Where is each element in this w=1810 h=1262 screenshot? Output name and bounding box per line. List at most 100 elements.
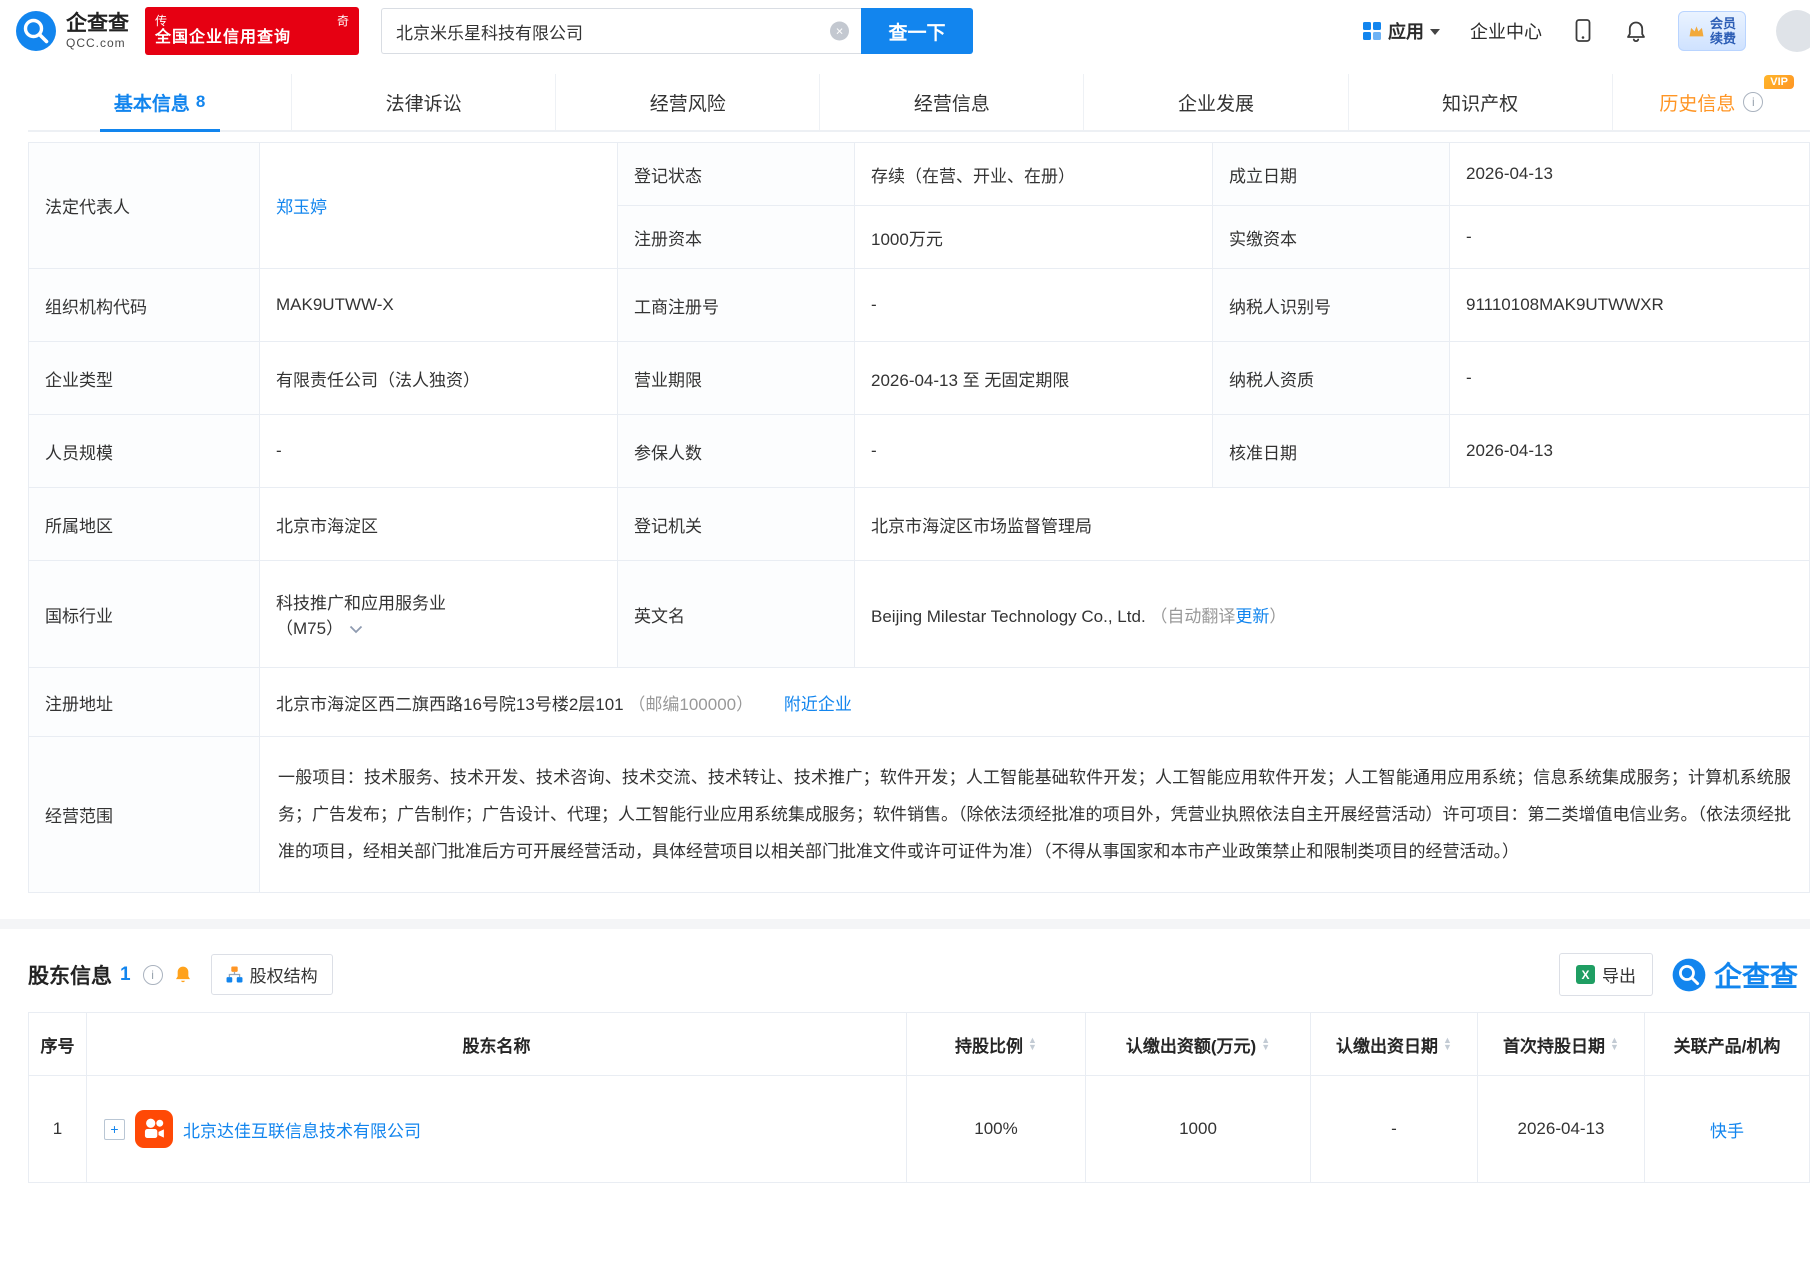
shareholders-info-icon[interactable]: i bbox=[143, 965, 163, 985]
vip-renewal-badge[interactable]: 会员 续费 bbox=[1678, 11, 1746, 51]
reg-authority-value-cell: 北京市海淀区市场监督管理局 bbox=[855, 488, 1810, 561]
industry-line2-wrap: （M75） bbox=[276, 614, 601, 639]
expand-row-button[interactable]: + bbox=[104, 1119, 125, 1140]
biz-reg-no-label: 工商注册号 bbox=[634, 298, 719, 317]
industry-line1: 科技推广和应用服务业 bbox=[276, 589, 601, 614]
tab-legal-proceedings[interactable]: 法律诉讼 bbox=[291, 74, 555, 130]
org-code-value: MAK9UTWW-X bbox=[276, 295, 394, 314]
paid-capital-value-cell: - bbox=[1450, 206, 1810, 269]
mobile-app-icon[interactable] bbox=[1572, 18, 1594, 44]
related-product-link[interactable]: 快手 bbox=[1710, 1122, 1744, 1141]
org-chart-icon bbox=[226, 966, 243, 983]
shareholder-ratio: 100% bbox=[974, 1119, 1017, 1138]
tab-basic-label: 基本信息 bbox=[114, 89, 190, 116]
legal-rep-value-cell: 郑玉婷 bbox=[260, 143, 618, 269]
tab-intellectual-property[interactable]: 知识产权 bbox=[1348, 74, 1612, 130]
shareholder-company-link[interactable]: 北京达佳互联信息技术有限公司 bbox=[183, 1117, 421, 1142]
sort-icon-ratio[interactable]: ▲▼ bbox=[1028, 1037, 1037, 1051]
taxpayer-quality-value: - bbox=[1466, 368, 1472, 387]
qcc-logo[interactable]: 企查查 QCC.com bbox=[14, 9, 129, 53]
tab-enterprise-development[interactable]: 企业发展 bbox=[1083, 74, 1347, 130]
industry-label-cell: 国标行业 bbox=[29, 561, 260, 668]
search-input[interactable] bbox=[381, 8, 861, 54]
reg-capital-value-cell: 1000万元 bbox=[855, 206, 1213, 269]
sort-icon-first-hold-date[interactable]: ▲▼ bbox=[1610, 1037, 1619, 1051]
tab-operating-info[interactable]: 经营信息 bbox=[819, 74, 1083, 130]
region-value-cell: 北京市海淀区 bbox=[260, 488, 618, 561]
sort-icon-subscribe-date[interactable]: ▲▼ bbox=[1443, 1037, 1452, 1051]
promo-banner-top: 传 奇 bbox=[155, 14, 349, 28]
shareholder-name-cell: + 北京达佳互联信息技术有限公司 bbox=[87, 1076, 907, 1183]
english-name-update-link[interactable]: 更新 bbox=[1235, 607, 1269, 626]
tab-operation-label: 经营信息 bbox=[914, 89, 990, 116]
tab-basic-info[interactable]: 基本信息 8 bbox=[28, 74, 291, 130]
approval-date-label-cell: 核准日期 bbox=[1213, 415, 1450, 488]
english-name-label-cell: 英文名 bbox=[618, 561, 855, 668]
shareholders-subscribe-bell[interactable] bbox=[173, 964, 193, 985]
legal-rep-link[interactable]: 郑玉婷 bbox=[276, 198, 327, 217]
col-index: 序号 bbox=[29, 1013, 87, 1076]
reg-authority-value: 北京市海淀区市场监督管理局 bbox=[871, 517, 1092, 536]
export-button[interactable]: X 导出 bbox=[1559, 953, 1653, 996]
region-label-cell: 所属地区 bbox=[29, 488, 260, 561]
biz-reg-no-value-cell: - bbox=[855, 269, 1213, 342]
paid-capital-value: - bbox=[1466, 227, 1472, 246]
address-value: 北京市海淀区西二旗西路16号院13号楼2层101 bbox=[276, 695, 624, 714]
nav-enterprise-center[interactable]: 企业中心 bbox=[1470, 18, 1542, 44]
scope-label-cell: 经营范围 bbox=[29, 737, 260, 893]
english-name-value-cell: Beijing Milestar Technology Co., Ltd. （自… bbox=[855, 561, 1810, 668]
biz-reg-no-value: - bbox=[871, 295, 877, 314]
tab-legal-label: 法律诉讼 bbox=[386, 89, 462, 116]
reg-status-label-cell: 登记状态 bbox=[618, 143, 855, 206]
vip-tag: VIP bbox=[1764, 75, 1794, 89]
col-subscribe-date-label: 认缴出资日期 bbox=[1336, 1032, 1438, 1057]
staff-size-value: - bbox=[276, 441, 282, 460]
insured-count-label: 参保人数 bbox=[634, 444, 702, 463]
approval-date-value-cell: 2026-04-13 bbox=[1450, 415, 1810, 488]
shareholders-header-row: 序号 股东名称 持股比例▲▼ 认缴出资额(万元)▲▼ 认缴出资日期▲▼ 首次持股… bbox=[29, 1013, 1810, 1076]
staff-size-label: 人员规模 bbox=[45, 444, 113, 463]
excel-icon: X bbox=[1576, 965, 1595, 984]
company-type-label-cell: 企业类型 bbox=[29, 342, 260, 415]
clear-search-icon[interactable]: × bbox=[830, 22, 849, 41]
col-related-products: 关联产品/机构 bbox=[1645, 1013, 1810, 1076]
nav-apps[interactable]: 应用 bbox=[1362, 18, 1440, 44]
region-value: 北京市海淀区 bbox=[276, 517, 378, 536]
vip-renewal-text: 会员 续费 bbox=[1710, 16, 1736, 46]
industry-value-cell: 科技推广和应用服务业 （M75） bbox=[260, 561, 618, 668]
section-divider bbox=[0, 919, 1810, 929]
equity-structure-button[interactable]: 股权结构 bbox=[211, 954, 333, 995]
reg-authority-label: 登记机关 bbox=[634, 517, 702, 536]
taxpayer-quality-value-cell: - bbox=[1450, 342, 1810, 415]
chevron-down-icon[interactable] bbox=[349, 625, 363, 634]
taxpayer-quality-label-cell: 纳税人资质 bbox=[1213, 342, 1450, 415]
shareholder-row: 1 + 北京达佳互联信息技术有限公司 100% 1000 - 2026-04-1… bbox=[29, 1076, 1810, 1183]
tab-history-info[interactable]: VIP 历史信息 i bbox=[1612, 74, 1810, 130]
nearby-companies-link[interactable]: 附近企业 bbox=[784, 695, 852, 714]
establish-date-label-cell: 成立日期 bbox=[1213, 143, 1450, 206]
col-first-hold-date: 首次持股日期▲▼ bbox=[1478, 1013, 1645, 1076]
clear-glyph: × bbox=[836, 24, 844, 39]
col-amount-label: 认缴出资额(万元) bbox=[1126, 1032, 1256, 1057]
search-button[interactable]: 查一下 bbox=[861, 8, 973, 54]
shareholders-title: 股东信息 bbox=[28, 960, 112, 990]
shareholders-table: 序号 股东名称 持股比例▲▼ 认缴出资额(万元)▲▼ 认缴出资日期▲▼ 首次持股… bbox=[28, 1012, 1810, 1183]
shareholder-related-cell: 快手 bbox=[1645, 1076, 1810, 1183]
sort-icon-amount[interactable]: ▲▼ bbox=[1261, 1037, 1270, 1051]
info-glyph: i bbox=[151, 968, 154, 982]
promo-banner[interactable]: 传 奇 全国企业信用查询 bbox=[145, 7, 359, 55]
notification-bell-icon[interactable] bbox=[1624, 19, 1648, 44]
shareholders-header: 股东信息 1 i 股权结构 X 导出 企查查 bbox=[28, 953, 1782, 996]
biz-term-label-cell: 营业期限 bbox=[618, 342, 855, 415]
biz-term-label: 营业期限 bbox=[634, 371, 702, 390]
shareholder-subscribe-date: - bbox=[1391, 1119, 1397, 1138]
history-info-icon[interactable]: i bbox=[1743, 92, 1763, 112]
tab-operating-risk[interactable]: 经营风险 bbox=[555, 74, 819, 130]
english-name-note-open: （自动翻译 bbox=[1150, 607, 1235, 626]
avatar[interactable] bbox=[1776, 10, 1810, 52]
tab-history-label: 历史信息 bbox=[1659, 89, 1735, 116]
shareholder-first-hold-date: 2026-04-13 bbox=[1518, 1119, 1605, 1138]
legal-rep-label: 法定代表人 bbox=[45, 198, 130, 217]
top-header: 企查查 QCC.com 传 奇 全国企业信用查询 × 查一下 应用 bbox=[0, 0, 1810, 62]
taxpayer-id-value-cell: 91110108MAK9UTWWXR bbox=[1450, 269, 1810, 342]
